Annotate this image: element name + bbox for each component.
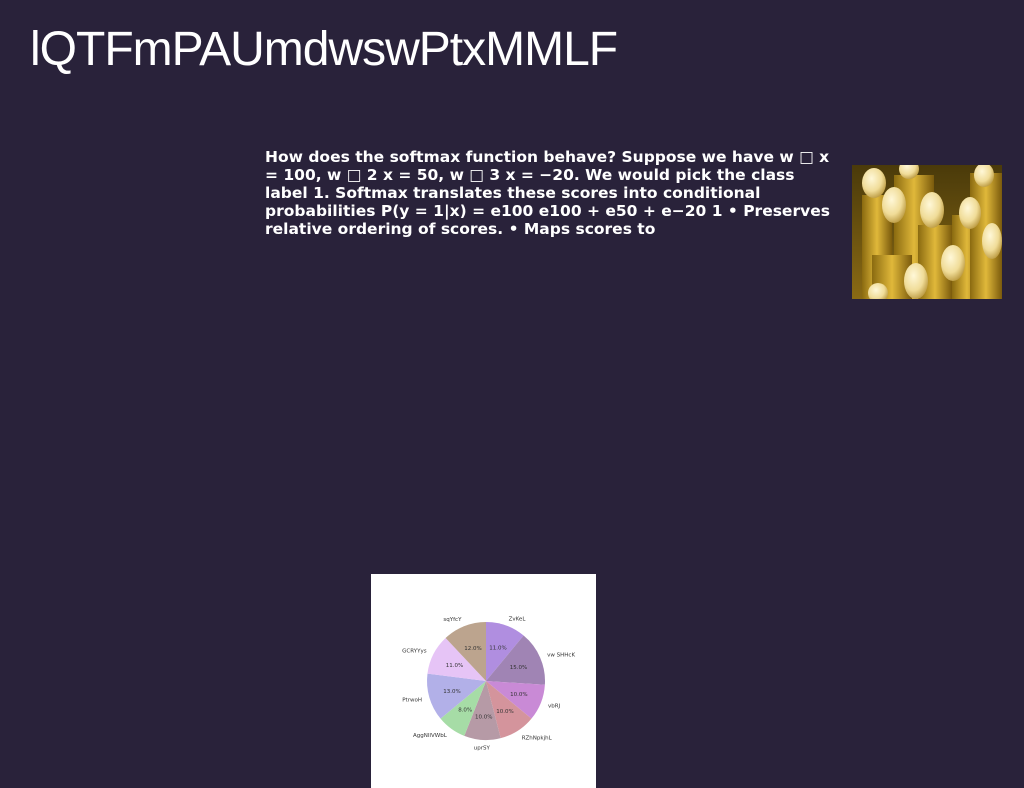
pie-chart-panel: 11.0% ZvKeL 15.0% vw SHHcK 10.0% vbRJ 10.0% RZh… xyxy=(371,574,596,788)
pie-value-label: 12.0% xyxy=(464,646,481,652)
pie-chart: 11.0% ZvKeL 15.0% vw SHHcK 10.0% vbRJ 10.0% RZh… xyxy=(402,616,575,752)
pie-category-label: vbRJ xyxy=(548,704,561,710)
decorative-photo xyxy=(852,165,1002,299)
pie-value-label: 10.0% xyxy=(510,692,527,698)
pie-category-label: ZvKeL xyxy=(509,616,527,622)
pie-category-label: AggNlIVWbL xyxy=(413,733,448,739)
pie-category-label: PtrwoH xyxy=(402,698,422,704)
slide-body-text: How does the softmax function behave? Su… xyxy=(265,148,830,238)
pie-value-label: 15.0% xyxy=(510,665,527,671)
pie-value-label: 11.0% xyxy=(489,646,506,652)
pie-value-label: 10.0% xyxy=(496,709,513,715)
pie-category-label: vw SHHcK xyxy=(547,653,575,659)
pie-category-label: RZhNpkjhL xyxy=(522,735,553,741)
pie-value-label: 10.0% xyxy=(475,714,492,720)
pie-category-label: uprSY xyxy=(474,746,491,752)
pie-category-label: GCRYYys xyxy=(402,649,427,655)
pie-value-label: 13.0% xyxy=(443,689,460,695)
slide-title: lQTFmPAUmdwswPtxMMLF xyxy=(30,23,618,76)
golden-figurines-image xyxy=(852,165,1002,299)
pie-value-label: 11.0% xyxy=(446,663,463,669)
pie-category-label: sqYfcY xyxy=(443,617,462,623)
pie-value-label: 8.0% xyxy=(458,708,472,714)
